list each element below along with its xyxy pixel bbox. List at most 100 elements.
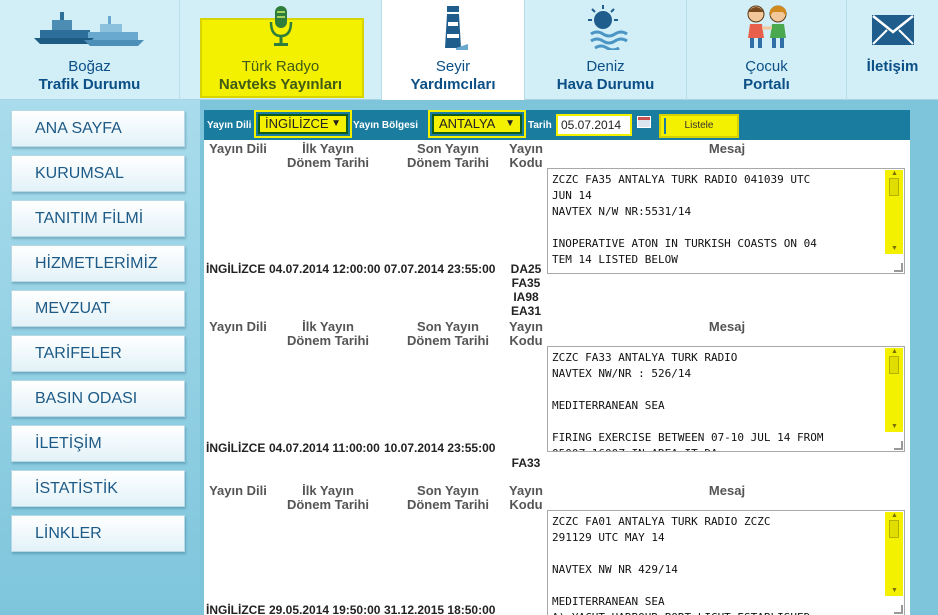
cell-codes: DA25 FA35 IA98 EA31: [506, 262, 546, 318]
scroll-thumb[interactable]: [889, 178, 899, 196]
message-chrome: ▲ ▼: [547, 346, 905, 452]
scrollbar[interactable]: ▲ ▼: [885, 348, 903, 432]
dropdown-arrow-icon: ▼: [505, 118, 515, 129]
sidebar-item-ana-sayfa[interactable]: ANA SAYFA: [11, 110, 185, 147]
header-start-2: Dönem Tarihi: [286, 333, 370, 348]
sidebar-item-kurumsal[interactable]: KURUMSAL: [11, 155, 185, 192]
header-end-2: Dönem Tarihi: [406, 155, 490, 170]
sidebar-item-linkler[interactable]: LİNKLER: [11, 515, 185, 552]
nav-line1: Deniz: [586, 58, 625, 75]
header-end-2: Dönem Tarihi: [406, 497, 490, 512]
header-end: Son Yayın Dönem Tarihi: [394, 142, 502, 170]
children-icon: [747, 5, 786, 48]
navtex-panel: Yayın Dili İNGİLİZCE ▼ Yayın Bölgesi ANT…: [204, 110, 910, 615]
header-lang: Yayın Dili: [209, 141, 267, 156]
cell-end: 10.07.2014 23:55:00: [384, 441, 496, 455]
header-code-2: Kodu: [509, 155, 543, 170]
sidebar-item-tarifeler[interactable]: TARİFELER: [11, 335, 185, 372]
resize-grip-icon[interactable]: [894, 605, 903, 614]
sidebar-item-basin-odasi[interactable]: BASIN ODASI: [11, 380, 185, 417]
cell-codes: FA33: [506, 456, 546, 470]
scrollbar[interactable]: ▲ ▼: [885, 170, 903, 254]
header-start-1: İlk Yayın: [302, 141, 354, 156]
scroll-thumb[interactable]: [889, 356, 899, 374]
region-select[interactable]: ANTALYA ▼: [432, 114, 522, 134]
language-select[interactable]: İNGİLİZCE ▼: [258, 114, 348, 134]
nav-item-iletisim[interactable]: İletişim: [847, 0, 938, 100]
calendar-icon[interactable]: [637, 116, 651, 128]
sidebar: ANA SAYFA KURUMSAL TANITIM FİLMİ HİZMETL…: [0, 100, 200, 615]
lighthouse-icon: [445, 6, 468, 50]
header-message: Mesaj: [708, 319, 746, 334]
header-end-2: Dönem Tarihi: [406, 333, 490, 348]
header-code-2: Kodu: [509, 333, 543, 348]
cell-start: 04.07.2014 12:00:00: [269, 262, 381, 276]
nav-item-seyir[interactable]: Seyir Yardımcıları: [382, 0, 525, 100]
cell-end: 07.07.2014 23:55:00: [384, 262, 496, 276]
header-code: Yayın Kodu: [506, 142, 546, 170]
scroll-up-icon[interactable]: ▲: [891, 512, 898, 519]
code: EA31: [510, 304, 542, 318]
cell-end: 31.12.2015 18:50:00: [384, 603, 496, 615]
main-content: Yayın Dili İNGİLİZCE ▼ Yayın Bölgesi ANT…: [200, 100, 938, 615]
nav-line2: İletişim: [866, 58, 919, 75]
nav-item-bogaz-trafik[interactable]: Boğaz Trafik Durumu: [0, 0, 180, 100]
list-button[interactable]: Listele: [659, 114, 739, 138]
nav-item-navteks[interactable]: Türk Radyo Navteks Yayınları: [180, 0, 382, 100]
scroll-up-icon[interactable]: ▲: [891, 170, 898, 177]
header-end-1: Son Yayın: [417, 141, 479, 156]
cell-lang: İNGİLİZCE: [206, 262, 266, 276]
nav-item-deniz-hava[interactable]: Deniz Hava Durumu: [525, 0, 687, 100]
message-chrome: ▲ ▼: [547, 168, 905, 274]
sun-waves-icon: [587, 5, 628, 50]
scroll-thumb[interactable]: [889, 520, 899, 538]
nav-line2: Hava Durumu: [556, 76, 655, 93]
header-start-1: İlk Yayın: [302, 319, 354, 334]
filter-bar: Yayın Dili İNGİLİZCE ▼ Yayın Bölgesi ANT…: [204, 110, 910, 140]
resize-grip-icon[interactable]: [894, 263, 903, 272]
message-chrome: ▲ ▼: [547, 510, 905, 615]
header-code-1: Yayın: [509, 483, 543, 498]
header-code: Yayın Kodu: [506, 320, 546, 348]
region-select-value: ANTALYA: [439, 116, 496, 131]
sidebar-item-istatistik[interactable]: İSTATİSTİK: [11, 470, 185, 507]
header-code-1: Yayın: [509, 141, 543, 156]
cell-lang: İNGİLİZCE: [206, 603, 266, 615]
region-label: Yayın Bölgesi: [353, 120, 419, 131]
nav-line1: Boğaz: [68, 58, 111, 75]
language-select-value: İNGİLİZCE: [265, 116, 329, 131]
header-end-1: Son Yayın: [417, 483, 479, 498]
sidebar-item-hizmetlerimiz[interactable]: HİZMETLERİMİZ: [11, 245, 185, 282]
header-start-2: Dönem Tarihi: [286, 497, 370, 512]
code: FA33: [511, 456, 541, 470]
sidebar-item-tanitim-filmi[interactable]: TANITIM FİLMİ: [11, 200, 185, 237]
nav-line2: Navteks Yayınları: [218, 76, 343, 93]
header-message: Mesaj: [708, 141, 746, 156]
header-end-1: Son Yayın: [417, 319, 479, 334]
scroll-down-icon[interactable]: ▼: [891, 587, 898, 594]
header-start-1: İlk Yayın: [302, 483, 354, 498]
scrollbar[interactable]: ▲ ▼: [885, 512, 903, 596]
header-start: İlk Yayın Dönem Tarihi: [274, 320, 382, 348]
ships-icon: [33, 12, 144, 46]
code: DA25: [510, 262, 542, 276]
resize-grip-icon[interactable]: [894, 441, 903, 450]
nav-line1: Seyir: [435, 58, 471, 75]
header-code: Yayın Kodu: [506, 484, 546, 512]
header-end: Son Yayın Dönem Tarihi: [394, 484, 502, 512]
table-row: Yayın Dili İlk Yayın Dönem Tarihi Son Yay…: [204, 482, 910, 615]
scroll-down-icon[interactable]: ▼: [891, 423, 898, 430]
sidebar-item-iletisim[interactable]: İLETİŞİM: [11, 425, 185, 462]
scroll-down-icon[interactable]: ▼: [891, 245, 898, 252]
nav-item-cocuk-portali[interactable]: Çocuk Portalı: [687, 0, 847, 100]
top-navigation: Boğaz Trafik Durumu Türk Radyo Navteks Y…: [0, 0, 938, 100]
header-code-1: Yayın: [509, 319, 543, 334]
date-input[interactable]: 05.07.2014: [556, 114, 632, 136]
scroll-up-icon[interactable]: ▲: [891, 348, 898, 355]
sidebar-item-mevzuat[interactable]: MEVZUAT: [11, 290, 185, 327]
header-lang: Yayın Dili: [209, 319, 267, 334]
date-label: Tarih: [528, 120, 552, 131]
language-label: Yayın Dili: [207, 120, 252, 131]
header-lang: Yayın Dili: [209, 483, 267, 498]
envelope-icon: [871, 15, 914, 45]
